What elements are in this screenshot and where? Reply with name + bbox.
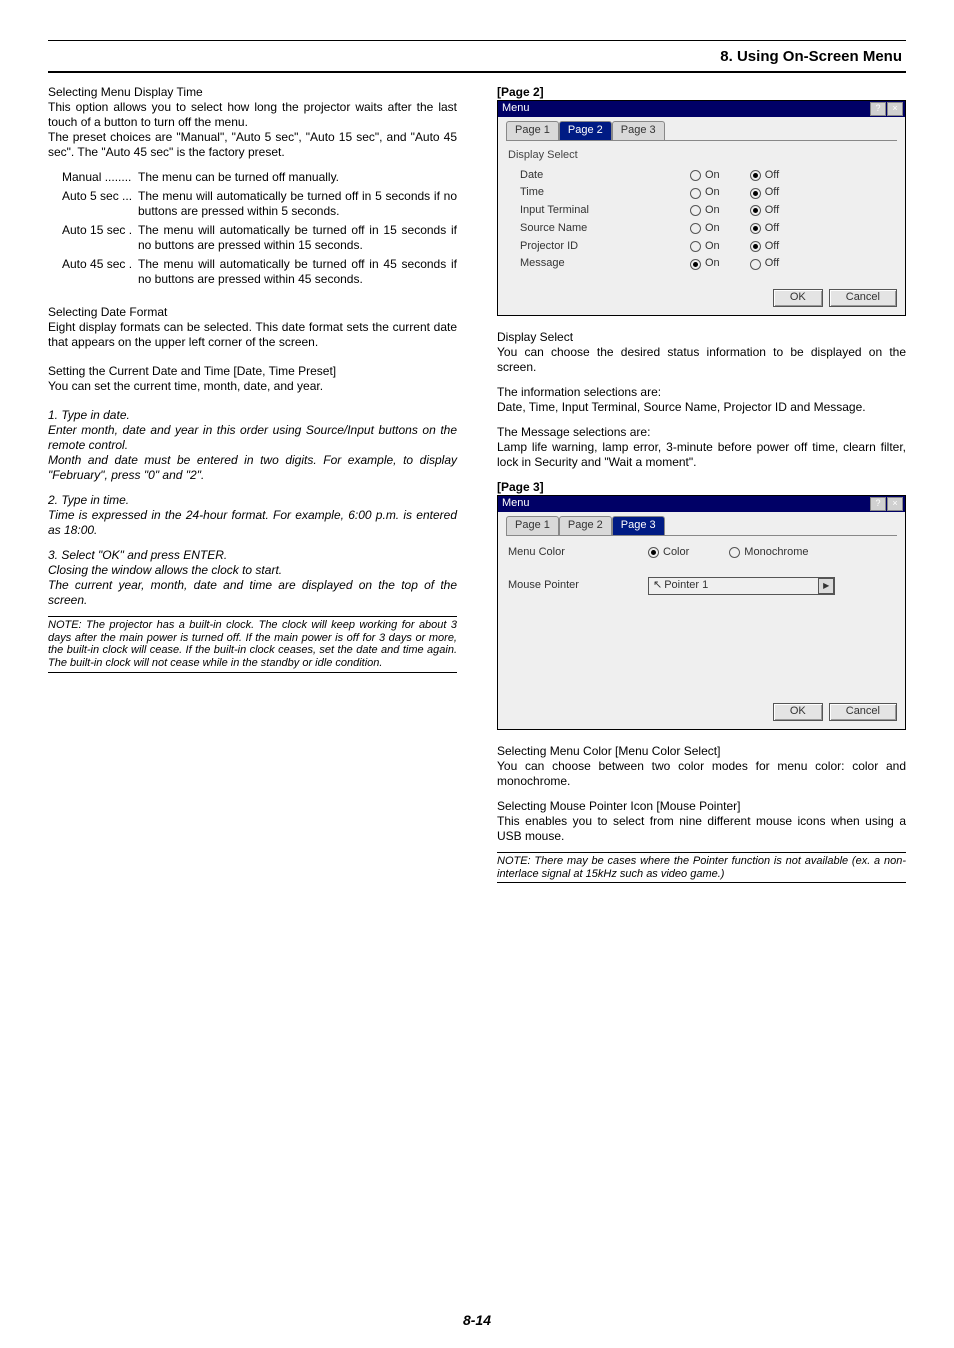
desc: The menu can be turned off manually. (138, 170, 457, 185)
display-select-row: MessageOn Off (506, 255, 897, 273)
text: You can set the current time, month, dat… (48, 379, 457, 394)
display-select-row: TimeOn Off (506, 184, 897, 202)
tab-page1[interactable]: Page 1 (506, 121, 559, 140)
chevron-right-icon[interactable]: ▶ (818, 578, 834, 594)
ok-button[interactable]: OK (773, 289, 823, 307)
section-title: 8. Using On-Screen Menu (720, 48, 902, 65)
term: Auto 15 sec . (62, 223, 138, 253)
cancel-button[interactable]: Cancel (829, 289, 897, 307)
option-label: Projector ID (520, 240, 690, 254)
text: The Message selections are: (497, 425, 906, 440)
display-select-row: Projector IDOn Off (506, 238, 897, 256)
dialog-title: Menu (502, 497, 530, 511)
tab-page3[interactable]: Page 3 (612, 516, 665, 535)
step-text: Closing the window allows the clock to s… (48, 563, 457, 578)
heading-menu-time: Selecting Menu Display Time (48, 85, 457, 100)
text: Eight display formats can be selected. T… (48, 320, 457, 350)
page2-label: [Page 2] (497, 85, 906, 100)
dialog-titlebar: Menu ? × (498, 101, 905, 117)
text: This enables you to select from nine dif… (497, 814, 906, 844)
radio-on[interactable]: On (690, 240, 720, 254)
text: You can choose the desired status inform… (497, 345, 906, 375)
menu-color-label: Menu Color (508, 546, 648, 560)
step-heading: 3. Select "OK" and press ENTER. (48, 548, 457, 563)
help-icon[interactable]: ? (870, 102, 886, 116)
pointer-icon: ↖ (653, 579, 662, 593)
text: This option allows you to select how lon… (48, 100, 457, 130)
radio-color[interactable]: Color (648, 546, 689, 560)
step-text: The current year, month, date and time a… (48, 578, 457, 608)
step-heading: 1. Type in date. (48, 408, 457, 423)
desc: The menu will automatically be turned of… (138, 223, 457, 253)
term: Auto 45 sec . (62, 257, 138, 287)
term: Auto 5 sec ... (62, 189, 138, 219)
term: Manual ........ (62, 170, 138, 185)
radio-on[interactable]: On (690, 204, 720, 218)
mouse-pointer-value: Pointer 1 (664, 579, 708, 593)
desc: The menu will automatically be turned of… (138, 189, 457, 219)
tab-strip: Page 1 Page 2 Page 3 (506, 121, 897, 141)
tab-page2[interactable]: Page 2 (559, 516, 612, 535)
radio-on[interactable]: On (690, 222, 720, 236)
radio-off[interactable]: Off (750, 222, 779, 236)
menu-dialog-page2: Menu ? × Page 1 Page 2 Page 3 Display Se… (497, 100, 906, 316)
display-select-row: DateOn Off (506, 167, 897, 185)
page-number: 8-14 (0, 1312, 954, 1328)
radio-off[interactable]: Off (750, 186, 779, 200)
desc: The menu will automatically be turned of… (138, 257, 457, 287)
dialog-title: Menu (502, 102, 530, 116)
display-select-row: Input TerminalOn Off (506, 202, 897, 220)
text: The information selections are: (497, 385, 906, 400)
close-icon[interactable]: × (887, 497, 903, 511)
text: Date, Time, Input Terminal, Source Name,… (497, 400, 906, 415)
option-label: Source Name (520, 222, 690, 236)
tab-page1[interactable]: Page 1 (506, 516, 559, 535)
option-label: Date (520, 169, 690, 183)
ok-button[interactable]: OK (773, 703, 823, 721)
text: The preset choices are "Manual", "Auto 5… (48, 130, 457, 160)
radio-off[interactable]: Off (750, 257, 779, 271)
mouse-pointer-select[interactable]: ↖ Pointer 1 ▶ (648, 577, 835, 595)
right-column: [Page 2] Menu ? × Page 1 Page 2 Page 3 D… (497, 85, 906, 883)
step-text: Month and date must be entered in two di… (48, 453, 457, 483)
left-column: Selecting Menu Display Time This option … (48, 85, 457, 883)
heading-datetime: Setting the Current Date and Time [Date,… (48, 364, 457, 379)
option-label: Time (520, 186, 690, 200)
heading-display-select: Display Select (497, 330, 906, 345)
cancel-button[interactable]: Cancel (829, 703, 897, 721)
radio-off[interactable]: Off (750, 169, 779, 183)
menu-dialog-page3: Menu ? × Page 1 Page 2 Page 3 Menu Color… (497, 495, 906, 730)
dialog-titlebar: Menu ? × (498, 496, 905, 512)
display-select-label: Display Select (506, 149, 897, 163)
tab-strip: Page 1 Page 2 Page 3 (506, 516, 897, 536)
display-select-row: Source NameOn Off (506, 220, 897, 238)
note-pointer: NOTE: There may be cases where the Point… (497, 852, 906, 883)
page3-label: [Page 3] (497, 480, 906, 495)
heading-menu-color: Selecting Menu Color [Menu Color Select] (497, 744, 906, 759)
radio-off[interactable]: Off (750, 204, 779, 218)
step-text: Enter month, date and year in this order… (48, 423, 457, 453)
heading-mouse-pointer: Selecting Mouse Pointer Icon [Mouse Poin… (497, 799, 906, 814)
note-clock: NOTE: The projector has a built-in clock… (48, 616, 457, 673)
radio-on[interactable]: On (690, 186, 720, 200)
tab-page3[interactable]: Page 3 (612, 121, 665, 140)
radio-on[interactable]: On (690, 257, 720, 271)
mouse-pointer-label: Mouse Pointer (508, 579, 648, 593)
text: You can choose between two color modes f… (497, 759, 906, 789)
header-rule: 8. Using On-Screen Menu (48, 40, 906, 73)
radio-monochrome[interactable]: Monochrome (729, 546, 808, 560)
radio-off[interactable]: Off (750, 240, 779, 254)
help-icon[interactable]: ? (870, 497, 886, 511)
option-label: Message (520, 257, 690, 271)
heading-date-format: Selecting Date Format (48, 305, 457, 320)
step-text: Time is expressed in the 24-hour format.… (48, 508, 457, 538)
text: Lamp life warning, lamp error, 3-minute … (497, 440, 906, 470)
definition-list: Manual ........The menu can be turned of… (62, 170, 457, 287)
radio-on[interactable]: On (690, 169, 720, 183)
close-icon[interactable]: × (887, 102, 903, 116)
tab-page2[interactable]: Page 2 (559, 121, 612, 140)
option-label: Input Terminal (520, 204, 690, 218)
step-heading: 2. Type in time. (48, 493, 457, 508)
